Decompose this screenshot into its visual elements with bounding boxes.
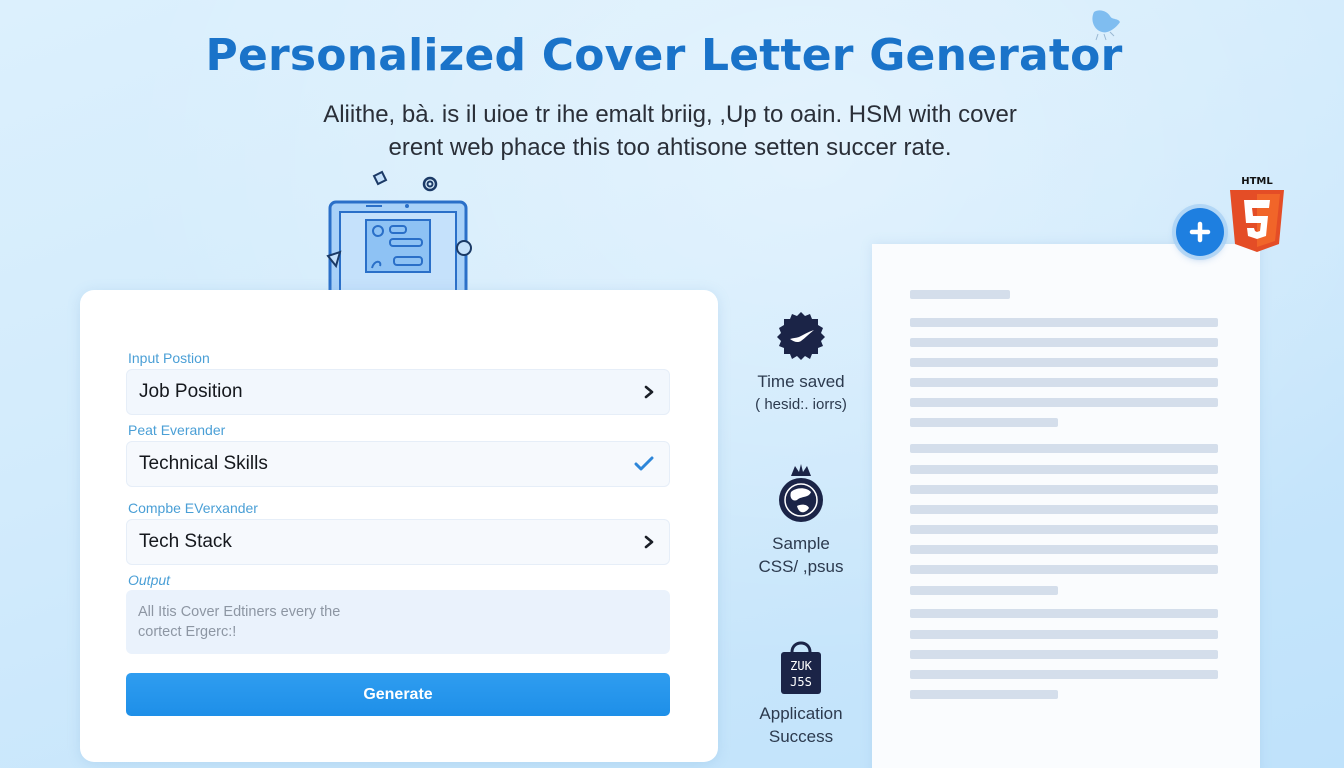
html5-logo: HTML [1228, 176, 1286, 254]
job-position-field[interactable]: Job Position [126, 369, 670, 415]
output-label: Output [128, 572, 171, 588]
technical-skills-field[interactable]: Technical Skills [126, 441, 670, 487]
stat-line-1: Sample [772, 534, 830, 553]
doc-text-line [910, 338, 1218, 347]
page-title: Personalized Cover Letter Generator [205, 30, 1123, 81]
doc-text-line [910, 358, 1218, 367]
doc-text-line [910, 690, 1058, 699]
doc-text-line [910, 505, 1218, 514]
doc-text-line [910, 545, 1218, 554]
cover-letter-preview [872, 244, 1260, 768]
stat-line-2: CSS/ ,psus [758, 557, 844, 576]
doc-text-line [910, 398, 1218, 407]
field-label-position: Input Postion [128, 350, 210, 366]
tech-stack-field[interactable]: Tech Stack [126, 519, 670, 565]
doc-text-line [910, 318, 1218, 327]
page-subtitle: Aliithe, bà. is il uioe tr ihe emalt bri… [0, 98, 1340, 164]
doc-text-line [910, 525, 1218, 534]
add-button[interactable] [1176, 208, 1224, 256]
doc-text-line [910, 609, 1218, 618]
stat-line-2: Success [768, 727, 834, 746]
html5-label: HTML [1241, 176, 1273, 187]
doc-text-line [910, 465, 1218, 474]
bird-decoration-icon [1092, 10, 1120, 41]
checkmark-badge-icon [777, 312, 825, 360]
subtitle-line-1: Aliithe, bà. is il uioe tr ihe emalt bri… [323, 101, 1017, 128]
technical-skills-value: Technical Skills [139, 453, 268, 474]
doc-heading-line [910, 290, 1010, 299]
doc-text-line [910, 565, 1218, 574]
generate-button[interactable]: Generate [126, 673, 670, 716]
plus-icon [1189, 221, 1211, 243]
doc-text-line [910, 630, 1218, 639]
stat-time-saved: Time saved ( hesid:. iorrs) [740, 310, 862, 416]
tech-stack-value: Tech Stack [139, 531, 232, 552]
stat-application-success: ZUK J5S Application Success [740, 634, 862, 748]
chevron-right-icon [644, 535, 654, 549]
output-textarea[interactable]: All Itis Cover Edtiners every the cortec… [126, 590, 670, 654]
doc-text-line [910, 378, 1218, 387]
stat-sample-css: Sample CSS/ ,psus [740, 462, 862, 578]
bag-text-2: J5S [790, 675, 812, 689]
output-placeholder-line-2: cortect Ergerc:! [138, 624, 237, 640]
stat-line-1: Application [759, 704, 843, 723]
doc-text-line [910, 586, 1058, 595]
output-placeholder-line-1: All Itis Cover Edtiners every the [138, 604, 341, 620]
subtitle-line-2: erent web phace this too ahtisone setten… [388, 134, 952, 161]
bag-text-1: ZUK [790, 659, 812, 673]
shopping-bag-icon: ZUK J5S [781, 641, 821, 694]
job-position-value: Job Position [139, 381, 243, 402]
doc-text-line [910, 670, 1218, 679]
html5-shield-icon [1230, 190, 1284, 252]
chevron-right-icon [644, 385, 654, 399]
stat-line-1: Time saved [757, 372, 845, 391]
check-icon [634, 456, 654, 471]
doc-text-line [910, 418, 1058, 427]
stat-line-2: ( hesid:. iorrs) [755, 396, 847, 413]
field-label-stack: Compbe EVerxander [128, 500, 258, 516]
form-card: Input Postion Job Position Peat Everande… [80, 290, 718, 762]
doc-text-line [910, 485, 1218, 494]
doc-text-line [910, 650, 1218, 659]
doc-text-line [910, 444, 1218, 453]
globe-crown-icon [779, 464, 823, 522]
field-label-skills: Peat Everander [128, 422, 226, 438]
